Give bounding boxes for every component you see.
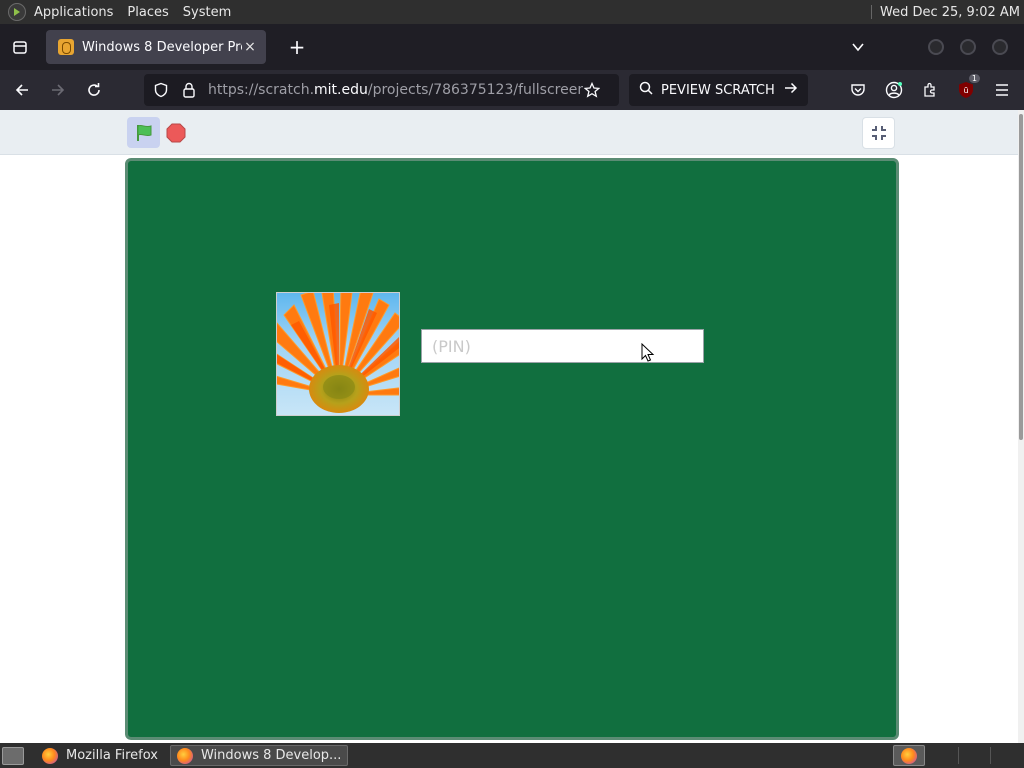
toolbar-right-icons: ū 1	[836, 74, 1016, 104]
chevron-down-icon[interactable]	[846, 35, 870, 59]
tab-title: Windows 8 Developer Previ	[82, 39, 242, 55]
back-arrow-icon[interactable]	[8, 76, 36, 104]
workspace-switcher[interactable]	[893, 745, 925, 766]
exit-fullscreen-icon[interactable]	[862, 117, 895, 149]
hamburger-menu-icon[interactable]	[988, 76, 1016, 104]
arrow-right-icon[interactable]	[784, 81, 798, 99]
close-window-button[interactable]	[992, 39, 1008, 55]
scratch-page	[0, 110, 1024, 743]
scrollbar-thumb[interactable]	[1019, 114, 1023, 440]
stop-sign-icon[interactable]	[166, 123, 186, 143]
url-prefix: https://scratch.	[208, 82, 315, 98]
url-text[interactable]: https://scratch.mit.edu/projects/7863751…	[208, 82, 583, 98]
search-bar[interactable]: PEVIEW SCRATCH	[629, 74, 808, 106]
page-scrollbar[interactable]	[1018, 110, 1024, 743]
menu-system[interactable]: System	[183, 5, 239, 20]
firefox-icon	[176, 747, 193, 764]
url-path: /projects/786375123/fullscreen/	[367, 82, 583, 98]
taskbar-item-firefox[interactable]: Mozilla Firefox	[36, 745, 164, 766]
green-flag-icon[interactable]	[127, 117, 160, 148]
top-panel: Applications Places System Wed Dec 25, 9…	[0, 0, 1024, 24]
clock[interactable]: Wed Dec 25, 9:02 AM	[880, 5, 1020, 20]
menu-places[interactable]: Places	[127, 5, 176, 20]
scratch-favicon-icon	[58, 39, 74, 55]
close-tab-icon[interactable]: ×	[242, 39, 258, 55]
firefox-icon	[42, 747, 58, 764]
panel-separator	[870, 5, 872, 19]
ublock-icon[interactable]: ū 1	[952, 74, 980, 104]
show-desktop-icon[interactable]	[2, 746, 24, 765]
reload-icon[interactable]	[80, 76, 108, 104]
taskbar-separator	[958, 747, 959, 764]
account-icon[interactable]	[880, 76, 908, 104]
scratch-stage[interactable]	[125, 158, 899, 740]
lock-icon[interactable]	[180, 81, 198, 99]
menu-applications[interactable]: Applications	[34, 5, 121, 20]
firefox-icon	[901, 747, 917, 764]
pin-input[interactable]	[421, 329, 704, 363]
tab-active[interactable]: Windows 8 Developer Previ ×	[46, 30, 266, 64]
search-text: PEVIEW SCRATCH	[661, 82, 775, 98]
star-icon[interactable]	[583, 81, 601, 99]
extensions-icon[interactable]	[916, 76, 944, 104]
shield-icon[interactable]	[152, 81, 170, 99]
maximize-window-button[interactable]	[960, 39, 976, 55]
url-bar[interactable]: https://scratch.mit.edu/projects/7863751…	[144, 74, 619, 106]
mint-logo-icon[interactable]	[8, 3, 26, 21]
navigation-toolbar: https://scratch.mit.edu/projects/7863751…	[0, 70, 1024, 110]
search-icon	[639, 81, 653, 99]
mouse-cursor-icon	[641, 343, 655, 362]
url-domain: mit.edu	[314, 82, 368, 98]
scratch-controls-bar	[0, 110, 1018, 155]
forward-arrow-icon[interactable]	[44, 76, 72, 104]
extension-badge: 1	[968, 74, 980, 83]
taskbar-item-label: Mozilla Firefox	[66, 748, 158, 763]
minimize-window-button[interactable]	[928, 39, 944, 55]
taskbar-item-windows8[interactable]: Windows 8 Develop...	[169, 745, 349, 766]
taskbar-item-label: Windows 8 Develop...	[200, 748, 342, 763]
bottom-taskbar: Mozilla Firefox Windows 8 Develop...	[0, 743, 1024, 768]
flower-sprite-image[interactable]	[276, 292, 400, 416]
tab-list-icon[interactable]	[9, 36, 31, 58]
tab-strip: Windows 8 Developer Previ × +	[0, 24, 1024, 70]
svg-text:ū: ū	[963, 86, 968, 95]
new-tab-button[interactable]: +	[282, 32, 312, 62]
taskbar-separator	[990, 747, 991, 764]
pocket-icon[interactable]	[844, 76, 872, 104]
